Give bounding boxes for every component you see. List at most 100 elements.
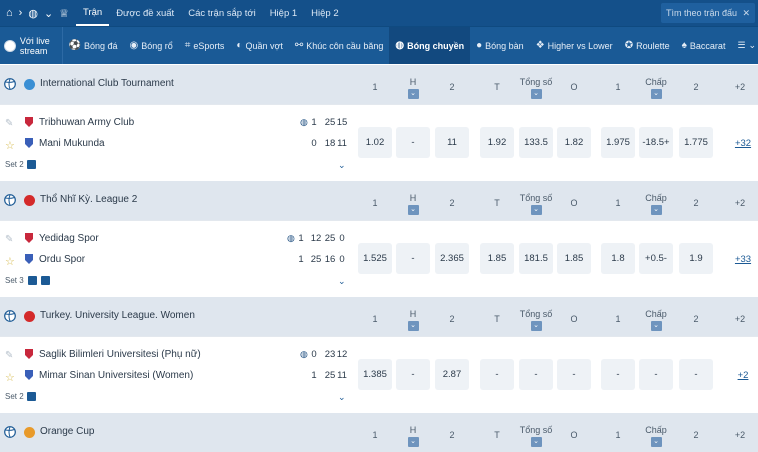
league-more-markets[interactable]: +2	[720, 314, 758, 324]
column-header-hcap[interactable]: Chấp ⌄	[636, 309, 676, 331]
trophy-icon[interactable]: ♕	[59, 7, 69, 20]
column-header-total[interactable]: Tổng số ⌄	[516, 77, 556, 99]
odds-button[interactable]: 1.525	[358, 243, 392, 274]
star-icon[interactable]: ☆	[5, 371, 15, 384]
search-input[interactable]: Tìm theo trận đấu ✕	[661, 3, 755, 23]
star-icon[interactable]: ☆	[5, 255, 15, 268]
dropdown-toggle-icon[interactable]: ⌄	[407, 321, 419, 331]
dropdown-toggle-icon[interactable]: ⌄	[650, 205, 662, 215]
odds-button[interactable]: 181.5	[519, 243, 553, 274]
odds-button[interactable]: -	[639, 359, 673, 390]
odds-button[interactable]: 1.8	[601, 243, 635, 274]
close-icon[interactable]: ✕	[742, 8, 750, 19]
team-away[interactable]: Mani Mukunda	[24, 137, 105, 149]
pin-icon[interactable]: ✎	[5, 118, 13, 129]
team-away[interactable]: Ordu Spor	[24, 253, 85, 265]
odds-button[interactable]: +0.5-	[639, 243, 673, 274]
pin-icon[interactable]: ✎	[5, 234, 13, 245]
odds-button[interactable]: -	[396, 127, 430, 158]
odds-button[interactable]: -	[557, 359, 591, 390]
odds-button[interactable]: 1.02	[358, 127, 392, 158]
team-home[interactable]: Yedidag Spor	[24, 232, 99, 244]
pin-icon[interactable]: ✎	[5, 350, 13, 361]
league-more-markets[interactable]: +2	[720, 82, 758, 92]
dropdown-toggle-icon[interactable]: ⌄	[650, 321, 662, 331]
home-icon[interactable]: ⌂	[6, 7, 13, 19]
more-sports-button[interactable]: ☰ ⌄	[731, 27, 758, 64]
stats-icon[interactable]	[27, 160, 36, 169]
dropdown-toggle-icon[interactable]: ⌄	[650, 89, 662, 99]
chevron-down-icon[interactable]: ⌄	[44, 7, 53, 20]
odds-button[interactable]: 1.82	[557, 127, 591, 158]
sport-tennis[interactable]: ◐ Quần vợt	[230, 27, 288, 64]
chevron-down-icon[interactable]: ⌄	[338, 392, 346, 403]
volleyball-icon[interactable]: ◍	[28, 7, 38, 20]
column-header-total[interactable]: Tổng số ⌄	[516, 425, 556, 447]
odds-button[interactable]: -	[601, 359, 635, 390]
dropdown-toggle-icon[interactable]: ⌄	[650, 437, 662, 447]
sport-soccer[interactable]: ⚽ Bóng đá	[63, 27, 124, 64]
odds-button[interactable]: 1.775	[679, 127, 713, 158]
more-markets-link[interactable]: +33	[733, 254, 753, 265]
league-header[interactable]: Orange Cup 1 H ⌄ 2 T Tổng số ⌄ O 1 Chấp ⌄ 2 +2	[0, 412, 758, 452]
odds-button[interactable]: 133.5	[519, 127, 553, 158]
match-row[interactable]: ✎ ☆ Set 2 Tribhuwan Army Club Mani Mukunda…	[0, 104, 758, 180]
odds-button[interactable]: 2.87	[435, 359, 469, 390]
column-header-hx[interactable]: H ⌄	[393, 77, 433, 99]
league-header[interactable]: Thổ Nhĩ Kỳ. League 2 1 H ⌄ 2 T Tổng số ⌄ O 1 Chấp ⌄…	[0, 180, 758, 220]
odds-button[interactable]: 1.85	[480, 243, 514, 274]
tab-upcoming[interactable]: Các trận sắp tới	[181, 0, 262, 26]
league-header[interactable]: Turkey. University League. Women 1 H ⌄ 2 T Tổn…	[0, 296, 758, 336]
match-row[interactable]: ✎ ☆ Set 2 Saglik Bilimleri Universitesi (…	[0, 336, 758, 412]
sport-higher-lower[interactable]: ❖ Higher vs Lower	[530, 27, 619, 64]
match-row[interactable]: ✎ ☆ Set 3 Yedidag Spor Ordu Spor ◍ 1 1 12 25 25 1…	[0, 220, 758, 296]
column-header-hx[interactable]: H ⌄	[393, 193, 433, 215]
sport-esports[interactable]: ⌗ eSports	[179, 27, 231, 64]
star-icon[interactable]: ☆	[5, 139, 15, 152]
odds-button[interactable]: 1.92	[480, 127, 514, 158]
league-header[interactable]: International Club Tournament 1 H ⌄ 2 T Tổng s…	[0, 64, 758, 104]
odds-button[interactable]: -	[396, 359, 430, 390]
stats-icon[interactable]	[41, 276, 50, 285]
dropdown-toggle-icon[interactable]: ⌄	[407, 205, 419, 215]
league-more-markets[interactable]: +2	[720, 430, 758, 440]
dropdown-toggle-icon[interactable]: ⌄	[530, 321, 542, 331]
sport-roulette[interactable]: ✪ Roulette	[619, 27, 676, 64]
tab-recommended[interactable]: Được đề xuất	[109, 0, 181, 26]
dropdown-toggle-icon[interactable]: ⌄	[530, 89, 542, 99]
dropdown-toggle-icon[interactable]: ⌄	[407, 437, 419, 447]
odds-button[interactable]: 11	[435, 127, 469, 158]
odds-button[interactable]: -	[396, 243, 430, 274]
chevron-down-icon[interactable]: ⌄	[338, 160, 346, 171]
dropdown-toggle-icon[interactable]: ⌄	[407, 89, 419, 99]
league-more-markets[interactable]: +2	[720, 198, 758, 208]
column-header-total[interactable]: Tổng số ⌄	[516, 309, 556, 331]
stats-icon[interactable]	[27, 392, 36, 401]
column-header-total[interactable]: Tổng số ⌄	[516, 193, 556, 215]
tab-half-2[interactable]: Hiệp 2	[304, 0, 345, 26]
odds-button[interactable]: -	[519, 359, 553, 390]
sport-hockey[interactable]: ⚯ Khúc côn cầu băng	[289, 27, 389, 64]
video-icon[interactable]	[28, 276, 37, 285]
column-header-hx[interactable]: H ⌄	[393, 309, 433, 331]
column-header-hcap[interactable]: Chấp ⌄	[636, 425, 676, 447]
sport-volleyball[interactable]: ◍ Bóng chuyền	[389, 27, 471, 64]
column-header-hx[interactable]: H ⌄	[393, 425, 433, 447]
toggle-switch[interactable]	[4, 39, 16, 52]
column-header-hcap[interactable]: Chấp ⌄	[636, 77, 676, 99]
chevron-down-icon[interactable]: ⌄	[338, 276, 346, 287]
tab-half-1[interactable]: Hiệp 1	[263, 0, 304, 26]
sport-baccarat[interactable]: ♠ Baccarat	[676, 27, 732, 64]
dropdown-toggle-icon[interactable]: ⌄	[530, 437, 542, 447]
more-markets-link[interactable]: +32	[733, 138, 753, 149]
team-home[interactable]: Saglik Bilimleri Universitesi (Phụ nữ)	[24, 348, 201, 360]
live-stream-toggle[interactable]: Với live stream	[0, 27, 63, 64]
sport-table-tennis[interactable]: ● Bóng bàn	[470, 27, 530, 64]
odds-button[interactable]: -18.5+	[639, 127, 673, 158]
odds-button[interactable]: 1.975	[601, 127, 635, 158]
sport-basketball[interactable]: ◉ Bóng rổ	[123, 27, 178, 64]
odds-button[interactable]: 2.365	[435, 243, 469, 274]
team-away[interactable]: Mimar Sinan Universitesi (Women)	[24, 369, 193, 381]
odds-button[interactable]: 1.385	[358, 359, 392, 390]
team-home[interactable]: Tribhuwan Army Club	[24, 116, 134, 128]
